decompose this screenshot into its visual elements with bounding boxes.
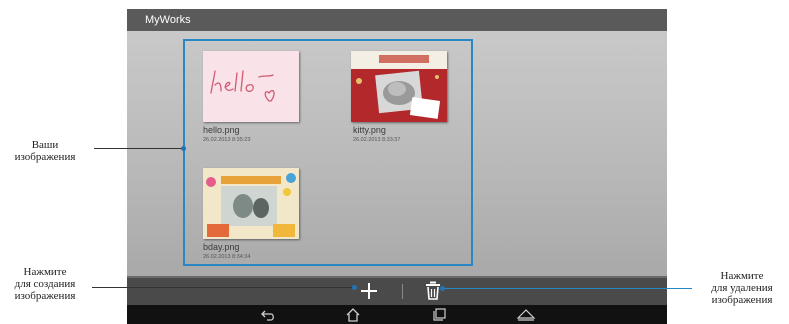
system-nav-bar: [127, 305, 667, 324]
image-tile-kitty[interactable]: kitty.png 26.02.2013 8:33:37: [351, 51, 461, 161]
app-title-bar: MyWorks: [127, 9, 667, 31]
callout-pointer-create: [92, 287, 354, 288]
callout-line: Нажмите: [23, 266, 67, 278]
toolbar-top-edge: [127, 276, 667, 278]
menu-up-icon[interactable]: [515, 307, 537, 322]
thumbnail-bday[interactable]: [203, 168, 299, 239]
callout-pointer-images: [94, 148, 184, 149]
bday-picture: [203, 168, 299, 239]
callout-your-images: Ваши изображения: [2, 139, 88, 163]
thumbnail-kitty[interactable]: [351, 51, 447, 122]
toolbar-divider: [402, 284, 403, 299]
action-toolbar: [127, 276, 667, 305]
images-highlight-frame: hello.png 26.02.2013 8:35:23 kitty.png 2…: [183, 39, 473, 266]
kitty-picture: [351, 51, 447, 122]
hello-drawing: [203, 51, 299, 122]
callout-line: изображения: [711, 294, 773, 306]
home-icon[interactable]: [345, 307, 361, 322]
app-title: MyWorks: [145, 14, 191, 26]
callout-line: Нажмите: [720, 270, 764, 282]
image-name: bday.png: [203, 242, 240, 252]
callout-line: для создания: [14, 278, 76, 290]
callout-create-image: Нажмите для создания изображения: [2, 266, 88, 302]
thumbnail-hello[interactable]: [203, 51, 299, 122]
image-name: hello.png: [203, 125, 240, 135]
callout-pointer-delete: [442, 288, 692, 289]
callout-line: Ваши: [31, 139, 59, 151]
back-icon[interactable]: [260, 307, 276, 322]
callout-line: изображения: [14, 151, 76, 163]
image-date: 26.02.2013 8:35:23: [203, 137, 251, 143]
callout-dot-delete: [440, 286, 445, 291]
callout-dot-create: [352, 285, 357, 290]
callout-delete-image: Нажмите для удаления изображения: [697, 270, 787, 306]
image-name: kitty.png: [353, 125, 386, 135]
gallery-area: hello.png 26.02.2013 8:35:23 kitty.png 2…: [127, 31, 667, 276]
image-date: 26.02.2013 8:33:37: [353, 137, 401, 143]
image-date: 26.02.2013 8:34:34: [203, 254, 251, 260]
image-tile-hello[interactable]: hello.png 26.02.2013 8:35:23: [203, 51, 313, 161]
callout-line: изображения: [14, 290, 76, 302]
callout-line: для удаления: [711, 282, 773, 294]
trash-icon[interactable]: [424, 281, 442, 301]
plus-icon[interactable]: [359, 281, 379, 301]
callout-dot-images: [181, 146, 186, 151]
recent-apps-icon[interactable]: [431, 307, 447, 322]
tablet-screen: MyWorks hello.png 26.02.2013 8:35:23 kit…: [127, 9, 667, 324]
image-tile-bday[interactable]: bday.png 26.02.2013 8:34:34: [203, 168, 313, 266]
